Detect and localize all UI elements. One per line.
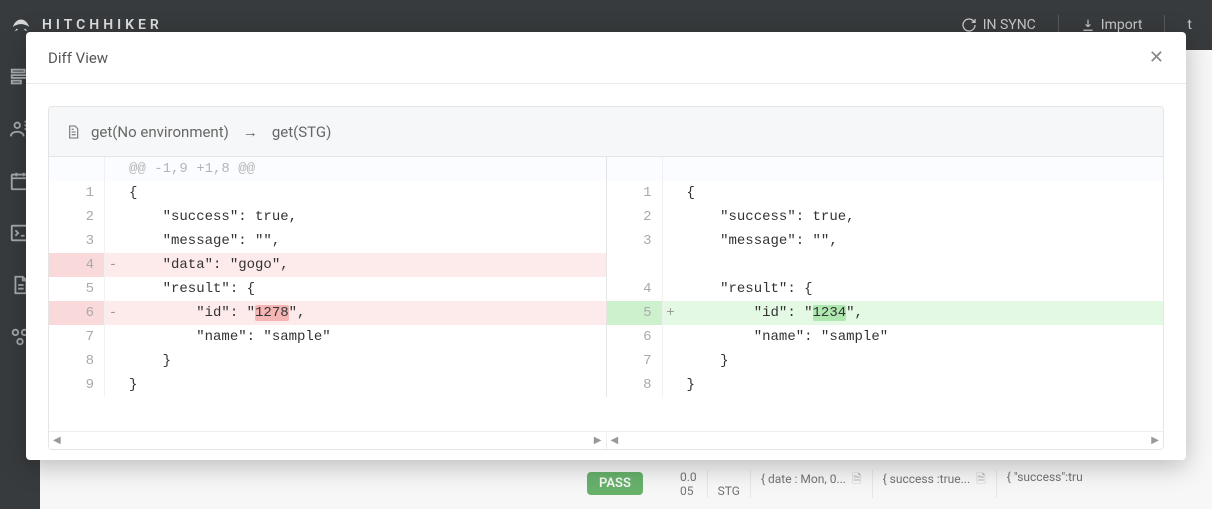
diff-sign <box>663 205 679 229</box>
line-number-right: 3 <box>607 229 663 253</box>
diff-view-modal: Diff View ✕ get(No environment) → get(ST… <box>26 32 1186 460</box>
diff-container: get(No environment) → get(STG) @@ -1,9 +… <box>48 106 1164 450</box>
diff-sign <box>663 229 679 253</box>
code-left: } <box>121 349 606 373</box>
diff-row: 3 "message": "",3 "message": "", <box>49 229 1163 253</box>
code-left: "name": "sample" <box>121 325 606 349</box>
scroll-right-icon[interactable]: ▶ <box>594 435 602 446</box>
line-number-left: 6 <box>49 301 105 325</box>
modal-header: Diff View ✕ <box>26 32 1186 84</box>
diff-sign <box>105 325 121 349</box>
diff-sign <box>105 205 121 229</box>
code-right: "id": "1234", <box>679 301 1164 325</box>
caption-left: get(No environment) <box>91 123 229 141</box>
scroll-left-icon[interactable]: ◀ <box>611 435 619 446</box>
line-number-left <box>49 157 105 181</box>
line-number-left: 7 <box>49 325 105 349</box>
arrow-icon: → <box>243 123 258 141</box>
line-number-left: 9 <box>49 373 105 397</box>
diff-sign <box>105 277 121 301</box>
diff-sign <box>105 229 121 253</box>
code-left: "message": "", <box>121 229 606 253</box>
line-number-right <box>607 157 663 181</box>
diff-sign <box>105 349 121 373</box>
diff-sign: - <box>105 253 121 277</box>
diff-sign: + <box>663 301 679 325</box>
line-number-right: 2 <box>607 205 663 229</box>
diff-sign <box>663 277 679 301</box>
line-number-left: 2 <box>49 205 105 229</box>
diff-sign <box>105 157 121 181</box>
line-number-left: 3 <box>49 229 105 253</box>
code-right: } <box>679 349 1164 373</box>
close-icon[interactable]: ✕ <box>1149 47 1164 68</box>
code-right <box>679 253 1164 277</box>
code-left: } <box>121 373 606 397</box>
diff-sign <box>105 373 121 397</box>
caption-right: get(STG) <box>272 123 332 141</box>
code-right: "name": "sample" <box>679 325 1164 349</box>
diff-row: 4- "data": "gogo", <box>49 253 1163 277</box>
diff-sign <box>663 373 679 397</box>
line-number-right: 6 <box>607 325 663 349</box>
code-left: "success": true, <box>121 205 606 229</box>
diff-sign: - <box>105 301 121 325</box>
diff-row: 9}8} <box>49 373 1163 397</box>
line-number-left: 4 <box>49 253 105 277</box>
line-number-right: 8 <box>607 373 663 397</box>
diff-row: 1{1{ <box>49 181 1163 205</box>
diff-sign <box>663 181 679 205</box>
diff-row: 2 "success": true,2 "success": true, <box>49 205 1163 229</box>
diff-row: 6- "id": "1278",5+ "id": "1234", <box>49 301 1163 325</box>
code-right <box>679 157 1164 181</box>
diff-sign <box>663 157 679 181</box>
diff-row: 7 "name": "sample"6 "name": "sample" <box>49 325 1163 349</box>
diff-sign <box>105 181 121 205</box>
code-left: { <box>121 181 606 205</box>
code-right: "success": true, <box>679 205 1164 229</box>
diff-caption: get(No environment) → get(STG) <box>49 107 1163 157</box>
modal-body: get(No environment) → get(STG) @@ -1,9 +… <box>26 84 1186 460</box>
diff-row: @@ -1,9 +1,8 @@ <box>49 157 1163 181</box>
diff-row: 8 }7 } <box>49 349 1163 373</box>
line-number-right <box>607 253 663 277</box>
code-right: } <box>679 373 1164 397</box>
line-number-left: 1 <box>49 181 105 205</box>
code-right: "message": "", <box>679 229 1164 253</box>
line-number-left: 8 <box>49 349 105 373</box>
diff-grid[interactable]: @@ -1,9 +1,8 @@1{1{2 "success": true,2 "… <box>49 157 1163 431</box>
modal-title: Diff View <box>48 49 108 67</box>
line-number-right: 1 <box>607 181 663 205</box>
diff-row: 5 "result": {4 "result": { <box>49 277 1163 301</box>
line-number-right: 7 <box>607 349 663 373</box>
line-number-left: 5 <box>49 277 105 301</box>
diff-sign <box>663 325 679 349</box>
line-number-right: 4 <box>607 277 663 301</box>
code-left: "data": "gogo", <box>121 253 606 277</box>
scroll-right-icon[interactable]: ▶ <box>1151 435 1159 446</box>
file-icon <box>65 124 81 140</box>
code-left: "result": { <box>121 277 606 301</box>
diff-scrollbars[interactable]: ◀ ▶ ◀ ▶ <box>49 431 1163 449</box>
line-number-right: 5 <box>607 301 663 325</box>
scroll-left-icon[interactable]: ◀ <box>53 435 61 446</box>
code-left: "id": "1278", <box>121 301 606 325</box>
code-right: { <box>679 181 1164 205</box>
code-right: "result": { <box>679 277 1164 301</box>
diff-sign <box>663 253 679 277</box>
diff-sign <box>663 349 679 373</box>
code-left: @@ -1,9 +1,8 @@ <box>121 157 606 181</box>
